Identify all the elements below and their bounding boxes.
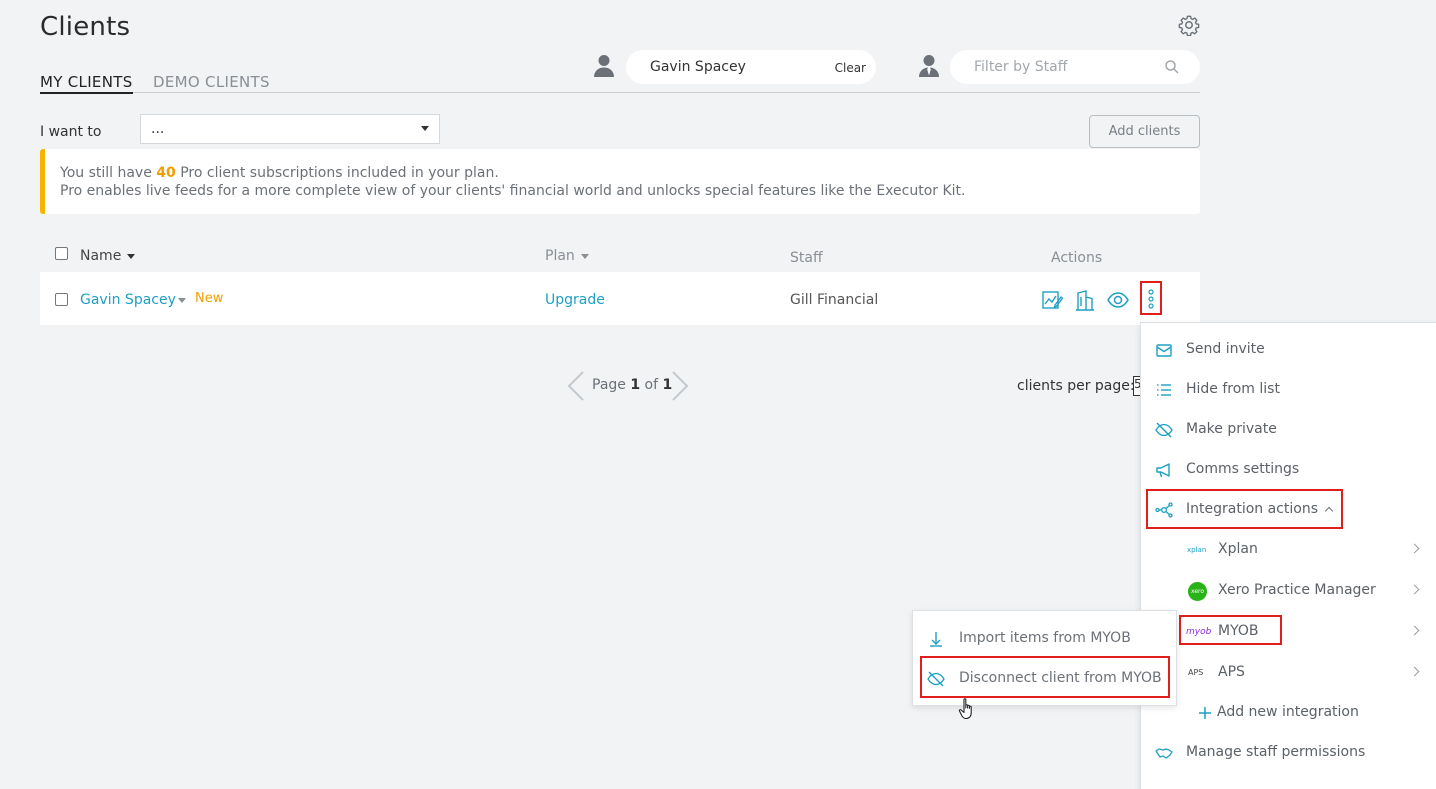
banner-line-1: You still have 40 Pro client subscriptio… xyxy=(60,165,499,181)
banner-line-2: Pro enables live feeds for a more comple… xyxy=(60,183,966,199)
new-badge: New xyxy=(195,291,224,306)
chevron-down-icon xyxy=(421,126,429,131)
import-items-from-myob[interactable]: Import items from MYOB xyxy=(913,620,1178,658)
staff-name: Gill Financial xyxy=(790,292,879,308)
upgrade-link[interactable]: Upgrade xyxy=(545,292,605,308)
name-column-header[interactable]: Name xyxy=(80,248,136,264)
i-want-to-label: I want to xyxy=(40,124,102,140)
handshake-icon xyxy=(1155,748,1173,759)
report-edit-icon[interactable] xyxy=(1041,289,1063,311)
menu-item-xero-practice-manager[interactable]: xero Xero Practice Manager xyxy=(1141,573,1436,609)
select-all-checkbox[interactable] xyxy=(55,247,68,260)
integration-actions-highlight xyxy=(1146,489,1343,529)
menu-item-comms-settings[interactable]: Comms settings xyxy=(1141,452,1436,488)
actions-column-header: Actions xyxy=(1051,250,1103,266)
client-filter[interactable]: Gavin Spacey Clear xyxy=(626,50,876,84)
eye-icon[interactable] xyxy=(1107,289,1129,311)
import-icon xyxy=(930,632,942,647)
building-icon[interactable] xyxy=(1074,289,1096,311)
disconnect-highlight xyxy=(920,656,1170,698)
i-want-to-value: ... xyxy=(151,121,165,137)
menu-item-hide-from-list[interactable]: Hide from list xyxy=(1141,372,1436,408)
chevron-right-icon xyxy=(1409,584,1420,595)
staff-filter-input[interactable]: Filter by Staff xyxy=(950,50,1200,84)
envelope-icon xyxy=(1156,344,1172,357)
aps-logo-icon: APS xyxy=(1188,668,1204,677)
actions-menu: Send invite Hide from list Make private … xyxy=(1140,322,1436,789)
pagination-text: Page 1 of 1 xyxy=(592,377,673,393)
gear-icon[interactable] xyxy=(1178,14,1200,36)
more-vertical-icon xyxy=(1148,289,1154,309)
client-name-link[interactable]: Gavin Spacey xyxy=(80,292,176,308)
menu-item-aps[interactable]: APS APS xyxy=(1141,655,1436,691)
menu-item-send-invite[interactable]: Send invite xyxy=(1141,332,1436,368)
sort-caret-icon xyxy=(580,253,589,259)
chevron-down-icon[interactable] xyxy=(178,298,186,303)
pro-subscription-banner: You still have 40 Pro client subscriptio… xyxy=(40,149,1200,214)
staff-filter-placeholder: Filter by Staff xyxy=(974,59,1068,75)
list-icon xyxy=(1157,384,1171,396)
table-row: Gavin Spacey New Upgrade Gill Financial xyxy=(40,272,1200,325)
chevron-right-icon xyxy=(1409,543,1420,554)
next-page-icon[interactable] xyxy=(670,370,690,402)
myob-highlight xyxy=(1179,615,1282,645)
staff-icon xyxy=(919,55,939,77)
i-want-to-select[interactable]: ... xyxy=(140,114,440,144)
clear-button[interactable]: Clear xyxy=(835,61,866,75)
subscription-count: 40 xyxy=(156,165,176,181)
eye-off-icon xyxy=(1155,422,1173,438)
tab-my-clients[interactable]: MY CLIENTS xyxy=(40,73,133,94)
more-actions-button[interactable] xyxy=(1140,281,1162,315)
menu-item-add-new-integration[interactable]: Add new integration xyxy=(1141,695,1436,731)
prev-page-icon[interactable] xyxy=(566,370,586,402)
xero-logo-icon: xero xyxy=(1188,582,1207,601)
staff-column-header: Staff xyxy=(790,250,823,266)
menu-item-xplan[interactable]: xplan Xplan xyxy=(1141,532,1436,568)
row-checkbox[interactable] xyxy=(55,293,68,306)
chevron-right-icon xyxy=(1409,625,1420,636)
user-icon xyxy=(594,55,614,77)
menu-item-manage-staff-permissions[interactable]: Manage staff permissions xyxy=(1141,735,1436,771)
plan-column-header[interactable]: Plan xyxy=(545,248,589,264)
tab-demo-clients[interactable]: DEMO CLIENTS xyxy=(153,73,270,91)
client-filter-value: Gavin Spacey xyxy=(650,59,746,75)
chevron-right-icon xyxy=(1409,666,1420,677)
search-icon[interactable] xyxy=(1164,59,1180,75)
sort-caret-icon xyxy=(127,253,136,259)
page-title: Clients xyxy=(40,12,131,42)
add-clients-button[interactable]: Add clients xyxy=(1089,115,1200,148)
megaphone-icon xyxy=(1156,463,1170,478)
plus-icon xyxy=(1199,707,1211,719)
hand-cursor-icon xyxy=(958,698,972,720)
xplan-logo-icon: xplan xyxy=(1187,546,1207,554)
menu-item-make-private[interactable]: Make private xyxy=(1141,412,1436,448)
clients-per-page-label: clients per page: xyxy=(1017,378,1135,394)
